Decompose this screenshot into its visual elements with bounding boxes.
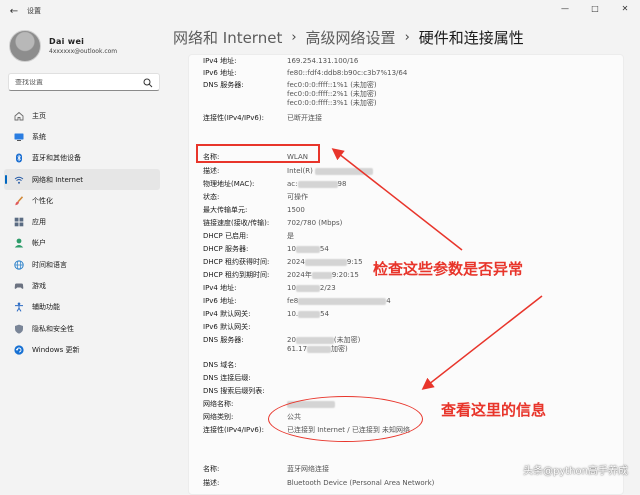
annotation-arrows: [331, 148, 543, 390]
annotation-check-params: 检查这些参数是否异常: [373, 260, 524, 278]
watermark: 头条@python高手养成: [523, 466, 628, 477]
arrow-to-network: [421, 295, 543, 390]
annotation-view-info: 查看这里的信息: [441, 401, 547, 419]
arrow-to-name: [331, 148, 463, 251]
